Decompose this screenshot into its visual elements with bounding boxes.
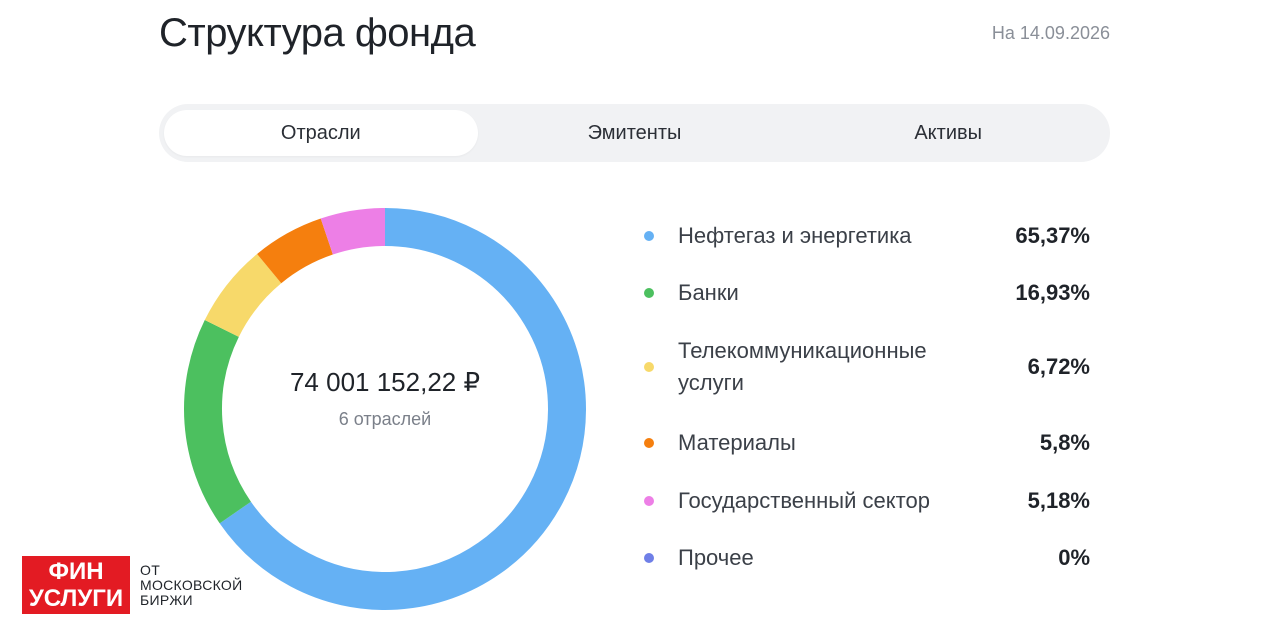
legend-label: Банки	[678, 280, 739, 305]
donut-chart: 74 001 152,22 ₽ 6 отраслей	[183, 207, 587, 611]
legend-value: 5,8%	[1039, 430, 1090, 455]
legend-dot-icon	[644, 438, 654, 448]
logo-caption-line-2: МОСКОВСКОЙ	[140, 576, 243, 593]
legend-item[interactable]: Прочее 0%	[640, 542, 1090, 574]
page-title: Структура фонда	[159, 11, 476, 55]
legend-value: 16,93%	[1015, 280, 1090, 305]
legend-label: Государственный сектор	[678, 488, 930, 513]
legend-item[interactable]: Нефтегаз и энергетика 65,37%	[640, 220, 1090, 252]
as-of-date: На 14.09.2026	[991, 23, 1110, 43]
legend-label: Нефтегаз и энергетика	[678, 223, 912, 248]
donut-center: 74 001 152,22 ₽ 6 отраслей	[183, 207, 587, 611]
legend-item[interactable]: Банки 16,93%	[640, 277, 1090, 309]
legend-dot-icon	[644, 231, 654, 241]
tab-issuers[interactable]: Эмитенты	[478, 110, 792, 156]
legend-label: Материалы	[678, 430, 796, 455]
tab-industries[interactable]: Отрасли	[164, 110, 478, 156]
fund-total-value: 74 001 152,22 ₽	[289, 367, 481, 397]
legend-value: 5,18%	[1027, 488, 1090, 513]
logo-badge: ФИН УСЛУГИ	[22, 556, 130, 614]
legend-dot-icon	[644, 496, 654, 506]
legend-item[interactable]: Материалы 5,8%	[640, 427, 1090, 459]
tab-assets[interactable]: Активы	[791, 110, 1105, 156]
legend-value: 6,72%	[1027, 354, 1090, 379]
logo-caption-line-1: ОТ	[140, 561, 161, 578]
legend-value: 0%	[1058, 545, 1090, 570]
logo-caption-line-3: БИРЖИ	[140, 591, 193, 608]
legend-value: 65,37%	[1015, 223, 1090, 248]
legend-item[interactable]: Государственный сектор 5,18%	[640, 485, 1090, 517]
structure-tabs: Отрасли Эмитенты Активы	[159, 104, 1110, 162]
legend-label: Прочее	[678, 545, 754, 570]
legend-dot-icon	[644, 553, 654, 563]
legend-label: Телекоммуникационные услуги	[678, 338, 927, 395]
logo-line-2: УСЛУГИ	[28, 585, 124, 612]
finuslugi-logo: ФИН УСЛУГИ ОТ МОСКОВСКОЙ БИРЖИ	[22, 556, 242, 614]
industries-count: 6 отраслей	[338, 409, 432, 429]
legend-dot-icon	[644, 362, 654, 372]
logo-line-1: ФИН	[48, 558, 104, 585]
fund-structure-page: Структура фонда На 14.09.2026 Отрасли Эм…	[0, 0, 1272, 629]
legend-item[interactable]: Телекоммуникационные услуги 6,72%	[640, 335, 1090, 399]
logo-caption: ОТ МОСКОВСКОЙ БИРЖИ	[140, 561, 243, 608]
legend-dot-icon	[644, 288, 654, 298]
